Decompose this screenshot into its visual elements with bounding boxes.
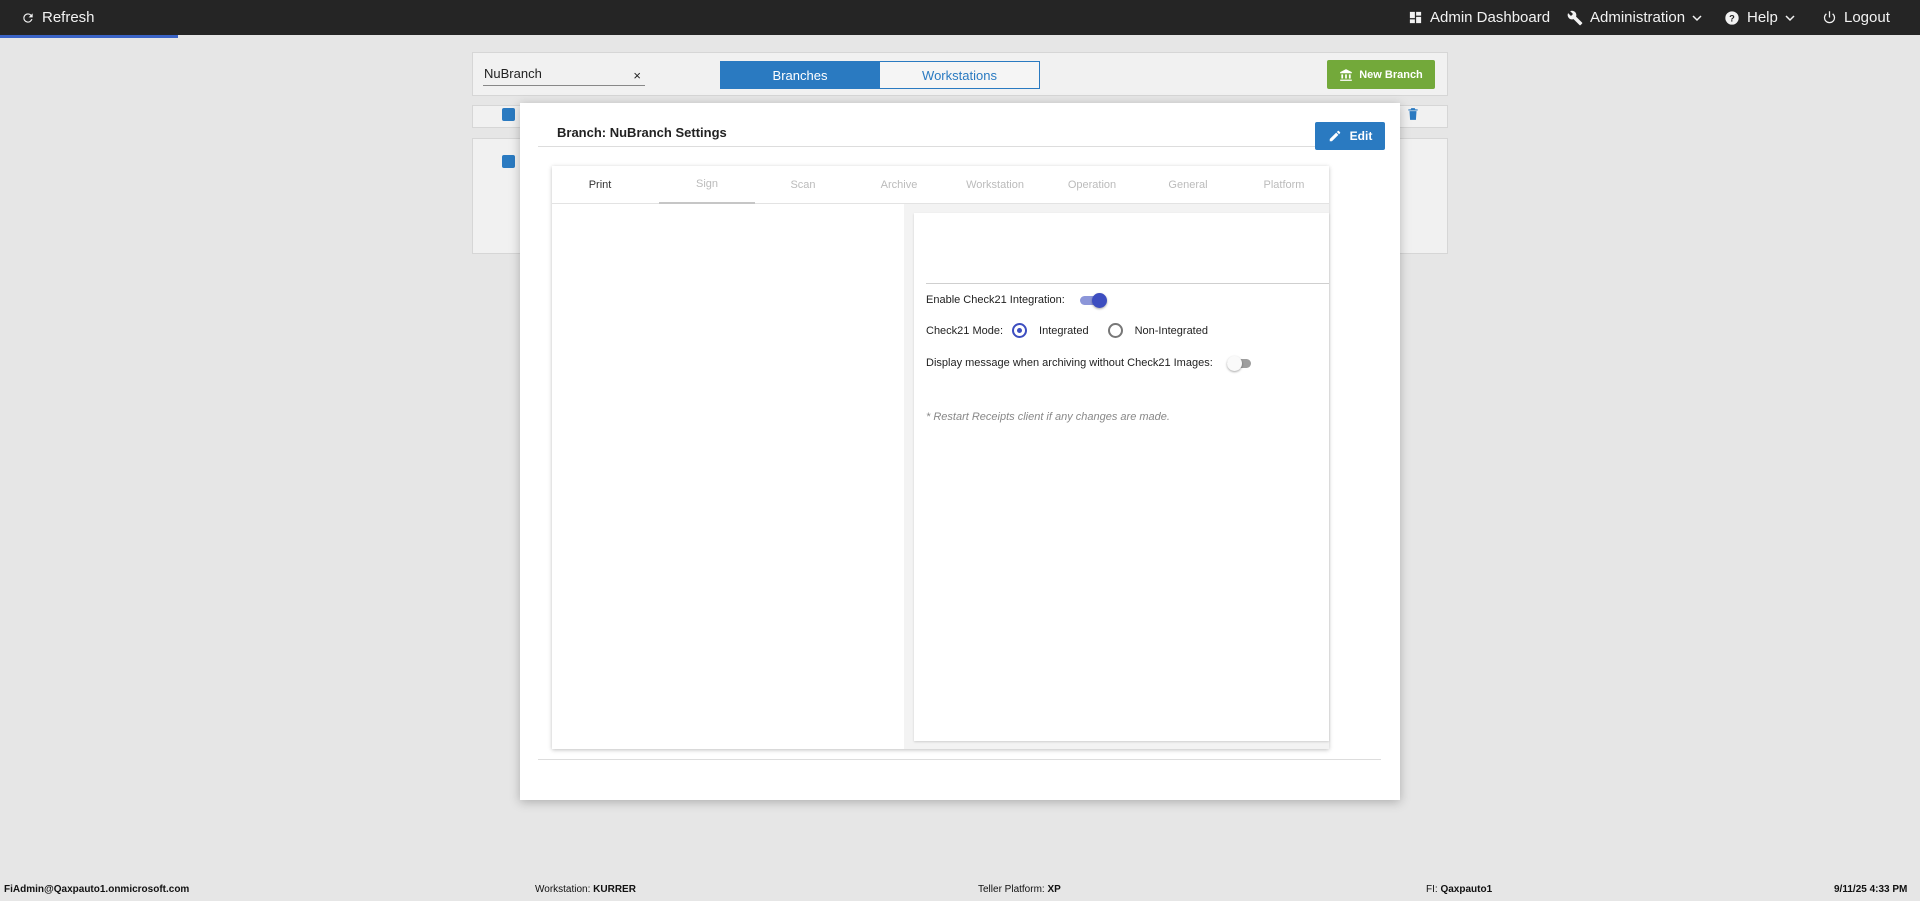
select-all-checkbox[interactable] bbox=[502, 108, 515, 121]
display-message-label: Display message when archiving without C… bbox=[926, 357, 1213, 369]
workstation-value: KURRER bbox=[593, 884, 636, 895]
wrench-icon bbox=[1567, 10, 1583, 25]
tab-platform[interactable]: Platform bbox=[1236, 166, 1332, 204]
svg-text:?: ? bbox=[1729, 13, 1735, 23]
admin-dashboard-link[interactable]: Admin Dashboard bbox=[1408, 0, 1550, 35]
integrated-radio[interactable] bbox=[1012, 323, 1028, 338]
chevron-down-icon bbox=[1692, 14, 1702, 21]
top-bar: Refresh Admin Dashboard Administration ?… bbox=[0, 0, 1920, 38]
settings-tabs: Print Sign Scan Archive Workstation Oper… bbox=[552, 166, 1329, 204]
edit-button[interactable]: Edit bbox=[1315, 122, 1385, 150]
refresh-label: Refresh bbox=[42, 9, 95, 26]
delete-icon[interactable] bbox=[1406, 106, 1420, 127]
admin-dashboard-label: Admin Dashboard bbox=[1430, 9, 1551, 26]
footer-user: FiAdmin@Qaxpauto1.onmicrosoft.com bbox=[4, 884, 190, 895]
tab-operation[interactable]: Operation bbox=[1044, 166, 1140, 204]
footer-workstation: Workstation: KURRER bbox=[535, 884, 636, 895]
bank-icon bbox=[1340, 68, 1353, 81]
fi-value: Qaxpauto1 bbox=[1440, 884, 1493, 895]
tab-print[interactable]: Print bbox=[552, 166, 648, 204]
branch-search-input[interactable]: NuBranch × bbox=[483, 64, 645, 86]
check21-mode-label: Check21 Mode: bbox=[926, 324, 1004, 337]
help-menu[interactable]: ? Help bbox=[1724, 0, 1795, 35]
check21-mode-row: Check21 Mode: Integrated Non-Integrated bbox=[926, 323, 1208, 338]
section-divider bbox=[926, 283, 1329, 284]
workstations-toggle[interactable]: Workstations bbox=[879, 61, 1040, 89]
platform-label: Teller Platform: bbox=[978, 884, 1045, 895]
dialog-header: Branch: NuBranch Settings bbox=[538, 115, 1381, 147]
help-label: Help bbox=[1747, 9, 1778, 26]
new-branch-label: New Branch bbox=[1359, 68, 1423, 81]
administration-label: Administration bbox=[1590, 9, 1686, 26]
tab-archive[interactable]: Archive bbox=[851, 166, 947, 204]
enable-check21-label: Enable Check21 Integration: bbox=[926, 294, 1065, 306]
enable-check21-row: Enable Check21 Integration: bbox=[926, 293, 1107, 308]
fi-label: FI: bbox=[1426, 884, 1438, 895]
power-icon bbox=[1823, 11, 1836, 24]
edit-label: Edit bbox=[1349, 129, 1373, 143]
display-message-row: Display message when archiving without C… bbox=[926, 356, 1253, 371]
refresh-button[interactable]: Refresh bbox=[21, 0, 95, 35]
row-checkbox[interactable] bbox=[502, 155, 515, 168]
clear-search-icon[interactable]: × bbox=[633, 68, 641, 83]
branch-settings-dialog: Branch: NuBranch Settings Edit Print Sig… bbox=[520, 103, 1400, 800]
loading-progress-bar bbox=[0, 35, 178, 38]
non-integrated-radio[interactable] bbox=[1107, 323, 1123, 338]
dialog-title: Branch: NuBranch Settings bbox=[557, 125, 727, 140]
logout-button[interactable]: Logout bbox=[1822, 0, 1890, 35]
tab-workstation[interactable]: Workstation bbox=[947, 166, 1043, 204]
workstation-label: Workstation: bbox=[535, 884, 591, 895]
display-message-toggle[interactable] bbox=[1226, 356, 1253, 371]
footer-fi: FI: Qaxpauto1 bbox=[1426, 884, 1492, 895]
dashboard-icon bbox=[1409, 11, 1422, 24]
integrated-option-label: Integrated bbox=[1039, 324, 1089, 337]
tab-scan[interactable]: Scan bbox=[755, 166, 851, 204]
footer-datetime: 9/11/25 4:33 PM bbox=[1834, 884, 1908, 895]
branches-toggle[interactable]: Branches bbox=[720, 61, 880, 89]
platform-value: XP bbox=[1047, 884, 1061, 895]
settings-content-area: Enable Check21 Integration: Check21 Mode… bbox=[904, 204, 1329, 749]
administration-menu[interactable]: Administration bbox=[1567, 0, 1702, 35]
footer-platform: Teller Platform: XP bbox=[978, 884, 1061, 895]
check21-settings-card: Enable Check21 Integration: Check21 Mode… bbox=[914, 213, 1329, 741]
tab-sign[interactable]: Sign bbox=[659, 166, 755, 204]
restart-note: * Restart Receipts client if any changes… bbox=[926, 411, 1170, 423]
tab-general[interactable]: General bbox=[1140, 166, 1236, 204]
pencil-icon bbox=[1329, 130, 1340, 142]
search-value: NuBranch bbox=[484, 66, 542, 81]
logout-label: Logout bbox=[1844, 9, 1890, 26]
chevron-down-icon bbox=[1785, 14, 1795, 21]
refresh-icon bbox=[23, 12, 33, 23]
non-integrated-option-label: Non-Integrated bbox=[1134, 324, 1208, 337]
status-footer: FiAdmin@Qaxpauto1.onmicrosoft.com Workst… bbox=[0, 878, 1920, 901]
settings-tab-panel: Print Sign Scan Archive Workstation Oper… bbox=[552, 166, 1329, 749]
enable-check21-toggle[interactable] bbox=[1079, 293, 1107, 308]
help-icon: ? bbox=[1725, 10, 1739, 25]
new-branch-button[interactable]: New Branch bbox=[1327, 60, 1435, 89]
